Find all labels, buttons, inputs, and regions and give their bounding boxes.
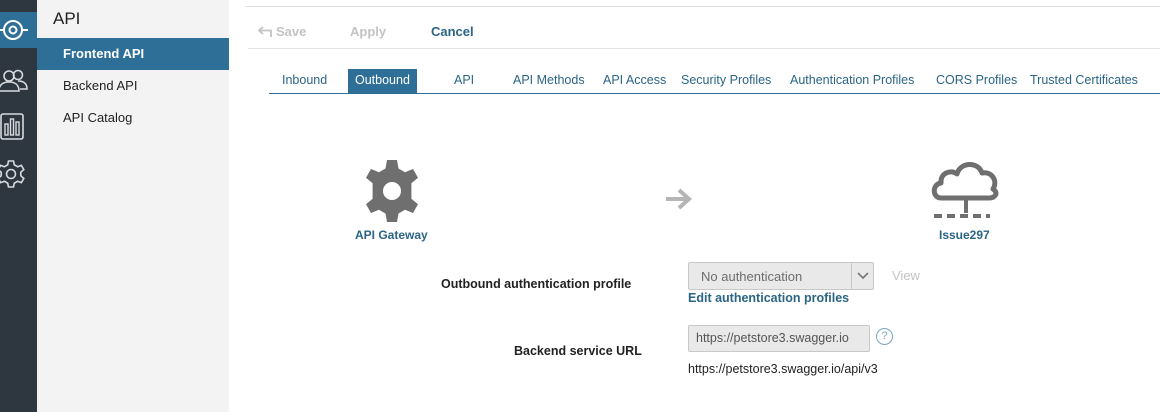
backend-url-input[interactable]: https://petstore3.swagger.io <box>688 325 870 352</box>
monitoring-icon <box>0 113 24 140</box>
settings-icon <box>0 160 25 188</box>
cloud-network-icon <box>931 162 999 218</box>
rail-monitoring-button[interactable] <box>0 108 37 144</box>
tab-bar: Inbound Outbound API API Methods API Acc… <box>269 69 1160 94</box>
users-icon <box>0 69 28 92</box>
nav-title: API <box>53 9 81 28</box>
help-icon[interactable]: ? <box>876 328 893 345</box>
nav-item-backend-api[interactable]: Backend API <box>37 70 229 102</box>
chevron-down-icon <box>851 263 873 289</box>
tab-outbound[interactable]: Outbound <box>348 69 417 93</box>
tab-security-profiles[interactable]: Security Profiles <box>681 69 771 93</box>
resolved-url-text: https://petstore3.swagger.io/api/v3 <box>688 362 878 376</box>
network-icon <box>0 20 28 40</box>
tab-authentication-profiles[interactable]: Authentication Profiles <box>790 69 914 93</box>
top-divider <box>245 6 1160 7</box>
nav-item-frontend-api[interactable]: Frontend API <box>37 38 229 70</box>
cancel-label: Cancel <box>431 24 474 39</box>
apply-label: Apply <box>350 24 387 39</box>
save-button[interactable]: Save <box>258 24 306 39</box>
nav-item-api-catalog[interactable]: API Catalog <box>37 102 229 134</box>
auth-profile-label: Outbound authentication profile <box>441 277 632 291</box>
toolbar-divider <box>248 48 1160 49</box>
rail-users-button[interactable] <box>0 62 37 98</box>
tab-cors-profiles[interactable]: CORS Profiles <box>936 69 1017 93</box>
icon-rail <box>0 0 37 412</box>
backend-node-label: Issue297 <box>939 228 990 242</box>
rail-network-button[interactable] <box>0 12 37 48</box>
gateway-gear-icon <box>366 160 418 222</box>
api-nav-panel: API Frontend API Backend API API Catalog <box>37 0 229 412</box>
undo-arrow-icon <box>258 25 272 37</box>
cancel-button[interactable]: Cancel <box>431 24 474 39</box>
tab-api-access[interactable]: API Access <box>603 69 666 93</box>
save-label: Save <box>276 24 307 39</box>
tab-api-methods[interactable]: API Methods <box>513 69 585 93</box>
backend-url-label: Backend service URL <box>514 344 642 358</box>
main-content: Save Apply Cancel Inbound Outbound API A… <box>229 0 1160 412</box>
tab-trusted-certificates[interactable]: Trusted Certificates <box>1030 69 1138 93</box>
auth-profile-select[interactable]: No authentication <box>688 262 874 290</box>
gateway-node-label: API Gateway <box>355 228 428 242</box>
tab-inbound[interactable]: Inbound <box>282 69 327 93</box>
arrow-right-icon <box>666 188 692 210</box>
view-link[interactable]: View <box>892 268 920 283</box>
edit-authentication-profiles-link[interactable]: Edit authentication profiles <box>688 291 849 305</box>
rail-settings-button[interactable] <box>0 156 37 192</box>
apply-button[interactable]: Apply <box>350 24 386 39</box>
app-window: API Frontend API Backend API API Catalog… <box>0 0 1160 412</box>
tab-api[interactable]: API <box>454 69 474 93</box>
auth-profile-value: No authentication <box>701 269 803 284</box>
